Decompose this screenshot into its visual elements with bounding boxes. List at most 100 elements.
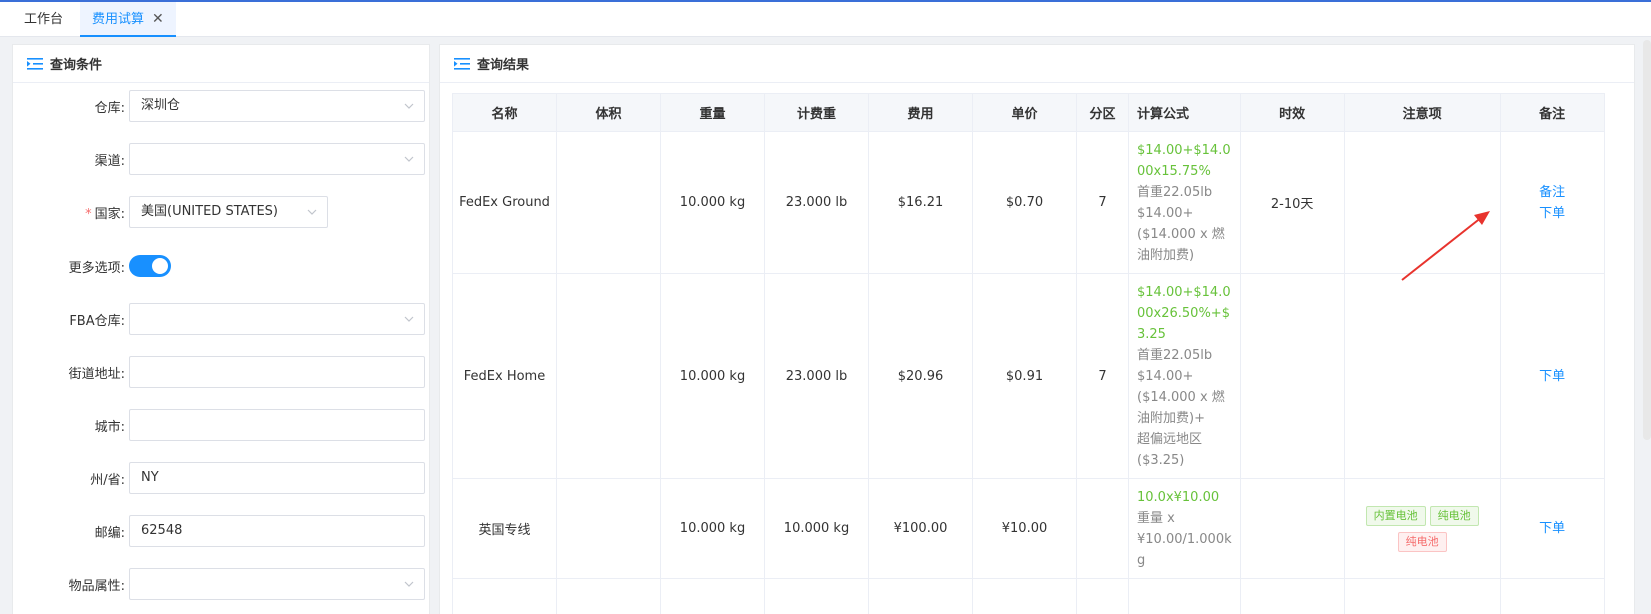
street-row: 街道地址: bbox=[13, 356, 425, 388]
tab-label: 工作台 bbox=[24, 12, 64, 27]
formula-detail-line: 超偏远地区 bbox=[1137, 431, 1203, 447]
warehouse-row: 仓库: 深圳仓 bbox=[13, 90, 425, 122]
column-header: 单价 bbox=[972, 93, 1077, 132]
country-label: * 国家: bbox=[13, 203, 129, 222]
channel-select[interactable] bbox=[129, 143, 425, 175]
cell-fee: $16.21 bbox=[868, 131, 973, 274]
cell-name: 英国专线 bbox=[452, 478, 557, 579]
country-label-text: 国家: bbox=[94, 206, 125, 222]
zip-row: 邮编: 62548 bbox=[13, 515, 425, 547]
cell-fee: $20.96 bbox=[868, 273, 973, 479]
page-scrollbar[interactable] bbox=[1643, 40, 1651, 440]
cell-weight: 10.000 kg bbox=[660, 273, 765, 479]
formula-detail-line: 油附加费)+ bbox=[1137, 410, 1205, 426]
more-options-toggle[interactable] bbox=[129, 255, 171, 277]
column-header: 计费重 bbox=[764, 93, 869, 132]
warehouse-select[interactable]: 深圳仓 bbox=[129, 90, 425, 122]
chevron-down-icon bbox=[404, 156, 414, 162]
formula-line: 10.0x¥10.00 bbox=[1137, 489, 1220, 505]
cell-charge-weight: 23.000 lb bbox=[764, 131, 869, 274]
state-input[interactable]: NY bbox=[129, 462, 425, 494]
cell-empty bbox=[452, 578, 557, 614]
formula-detail-line: ($3.25) bbox=[1137, 452, 1185, 468]
cell-formula: 10.0x¥10.00 重量 x ¥10.00/1.000k g bbox=[1128, 478, 1241, 579]
cell-volume bbox=[556, 478, 661, 579]
result-panel-header: 查询结果 bbox=[440, 45, 1634, 83]
cell-remark: 下单 bbox=[1499, 478, 1605, 579]
street-label: 街道地址: bbox=[68, 366, 125, 382]
tag-group: 纯电池 bbox=[1345, 529, 1500, 555]
formula-line: 00x15.75% bbox=[1137, 163, 1211, 179]
remark-link[interactable]: 备注 bbox=[1501, 182, 1604, 203]
query-panel-title: 查询条件 bbox=[50, 58, 103, 73]
cell-volume bbox=[556, 273, 661, 479]
formula-detail-line: 重量 x bbox=[1137, 510, 1175, 526]
close-icon[interactable]: ✕ bbox=[152, 11, 164, 27]
cell-empty bbox=[1239, 578, 1345, 614]
cell-formula: $14.00+$14.0 00x26.50%+$ 3.25 首重22.05lb … bbox=[1128, 273, 1241, 479]
more-options-row: 更多选项: bbox=[13, 250, 171, 282]
column-header: 分区 bbox=[1076, 93, 1129, 132]
formula-detail-line: $14.00+ bbox=[1137, 205, 1194, 221]
cell-zone bbox=[1076, 478, 1129, 579]
formula-detail-line: $14.00+ bbox=[1137, 368, 1194, 384]
cell-weight: 10.000 kg bbox=[660, 131, 765, 274]
chevron-down-icon bbox=[404, 581, 414, 587]
tab-workbench[interactable]: 工作台 bbox=[12, 2, 75, 37]
order-link[interactable]: 下单 bbox=[1501, 203, 1604, 224]
cell-name: FedEx Home bbox=[452, 273, 557, 479]
tab-label: 费用试算 bbox=[92, 12, 145, 27]
country-row: * 国家: 美国(UNITED STATES) bbox=[13, 196, 328, 228]
cell-zone: 7 bbox=[1076, 273, 1129, 479]
cell-weight: 10.000 kg bbox=[660, 478, 765, 579]
column-header: 备注 bbox=[1499, 93, 1605, 132]
zip-input[interactable]: 62548 bbox=[129, 515, 425, 547]
country-select[interactable]: 美国(UNITED STATES) bbox=[129, 196, 328, 228]
fba-warehouse-row: FBA仓库: bbox=[13, 303, 425, 335]
table-row bbox=[452, 578, 1605, 614]
cell-charge-weight: 10.000 kg bbox=[764, 478, 869, 579]
formula-detail-line: ¥10.00/1.000k bbox=[1137, 531, 1232, 547]
cell-notes bbox=[1343, 273, 1501, 479]
column-header: 费用 bbox=[868, 93, 973, 132]
cell-empty bbox=[1076, 578, 1129, 614]
column-header: 时效 bbox=[1239, 93, 1345, 132]
column-header: 计算公式 bbox=[1128, 93, 1241, 132]
results-table: 名称 体积 重量 计费重 费用 单价 分区 计算公式 时效 注意项 备注 Fed… bbox=[452, 93, 1605, 614]
cell-empty bbox=[972, 578, 1077, 614]
fba-warehouse-select[interactable] bbox=[129, 303, 425, 335]
list-indent-icon bbox=[27, 57, 43, 70]
formula-detail-line: 油附加费) bbox=[1137, 247, 1195, 263]
fba-warehouse-label: FBA仓库: bbox=[69, 313, 125, 329]
order-link[interactable]: 下单 bbox=[1501, 366, 1604, 387]
table-header-row: 名称 体积 重量 计费重 费用 单价 分区 计算公式 时效 注意项 备注 bbox=[452, 93, 1605, 132]
cell-volume bbox=[556, 131, 661, 274]
formula-detail-line: 首重22.05lb bbox=[1137, 184, 1213, 200]
formula-detail-line: 首重22.05lb bbox=[1137, 347, 1213, 363]
required-mark: * bbox=[85, 206, 92, 222]
formula-detail-line: g bbox=[1137, 552, 1146, 568]
chevron-down-icon bbox=[404, 103, 414, 109]
city-row: 城市: bbox=[13, 409, 425, 441]
item-attr-select[interactable] bbox=[129, 568, 425, 600]
cell-empty bbox=[1499, 578, 1605, 614]
city-label: 城市: bbox=[94, 419, 125, 435]
chevron-down-icon bbox=[404, 316, 414, 322]
item-attr-label: 物品属性: bbox=[68, 578, 125, 594]
formula-detail-line: ($14.000 x 燃 bbox=[1137, 226, 1225, 242]
street-input[interactable] bbox=[129, 356, 425, 388]
city-input[interactable] bbox=[129, 409, 425, 441]
order-link[interactable]: 下单 bbox=[1501, 518, 1604, 539]
chevron-down-icon bbox=[307, 209, 317, 215]
battery-tag: 纯电池 bbox=[1397, 531, 1447, 552]
cell-unit-price: ¥10.00 bbox=[972, 478, 1077, 579]
cell-unit-price: $0.91 bbox=[972, 273, 1077, 479]
zip-label: 邮编: bbox=[94, 525, 125, 541]
cell-fee: ¥100.00 bbox=[868, 478, 973, 579]
cell-empty bbox=[868, 578, 973, 614]
annotation-arrow bbox=[1401, 211, 1490, 281]
cell-timeliness bbox=[1239, 478, 1345, 579]
battery-tag: 纯电池 bbox=[1429, 505, 1479, 526]
tab-fee-calc[interactable]: 费用试算 ✕ bbox=[80, 2, 176, 37]
warehouse-label: 仓库: bbox=[94, 100, 125, 116]
